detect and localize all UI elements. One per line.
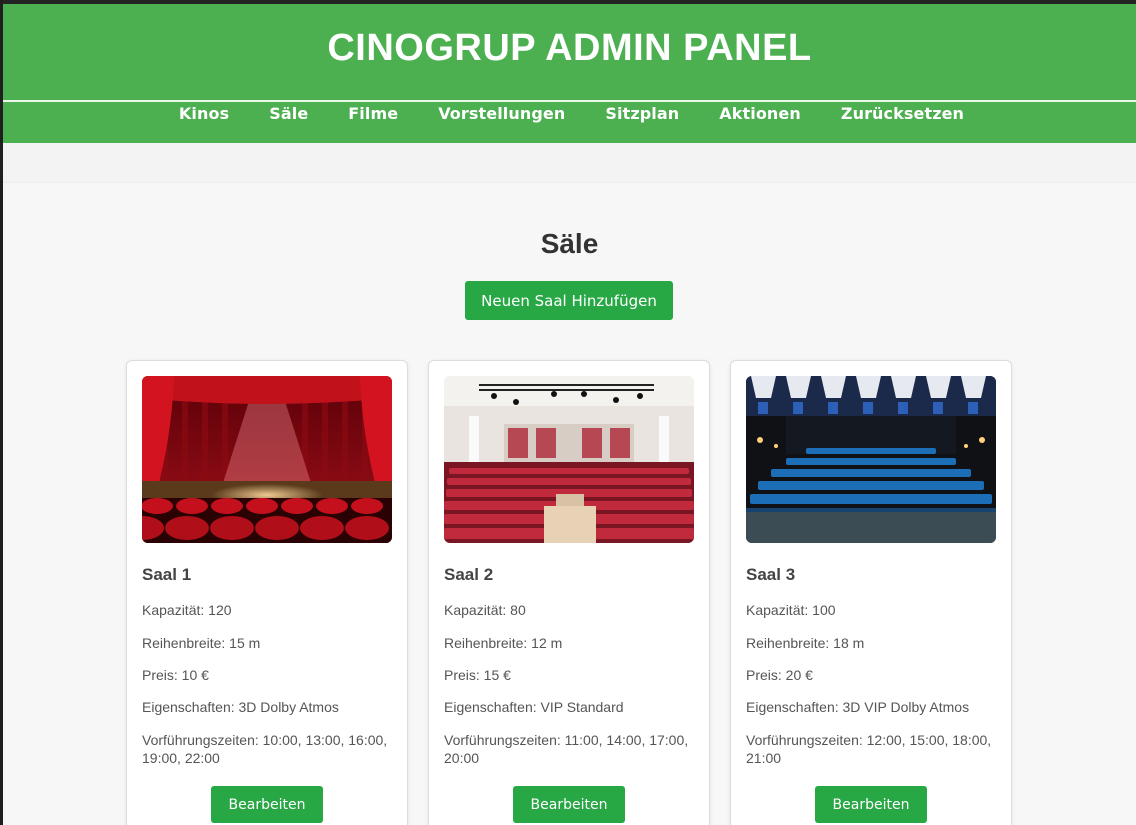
hall-features: Eigenschaften: VIP Standard bbox=[444, 699, 624, 715]
nav-item-kinos[interactable]: Kinos bbox=[179, 104, 229, 123]
nav-item-filme[interactable]: Filme bbox=[348, 104, 398, 123]
site-header: CINOGRUP ADMIN PANEL Kinos Säle Filme Vo… bbox=[3, 4, 1136, 143]
hall-price: Preis: 20 € bbox=[746, 667, 813, 683]
nav-item-vorstellungen[interactable]: Vorstellungen bbox=[438, 104, 565, 123]
hall-name: Saal 2 bbox=[444, 565, 494, 584]
hall-row-width: Reihenbreite: 12 m bbox=[444, 635, 563, 651]
hall-row-width: Reihenbreite: 15 m bbox=[142, 635, 261, 651]
blue-seat-auditorium-image bbox=[746, 376, 996, 543]
hall-showtimes: Vorführungszeiten: 12:00, 15:00, 18:00, … bbox=[746, 732, 992, 766]
hall-card: Saal 3 Kapazität: 100 Reihenbreite: 18 m… bbox=[730, 360, 1012, 825]
edit-hall-button[interactable]: Bearbeiten bbox=[815, 786, 927, 823]
blue-seat-auditorium-image bbox=[746, 376, 996, 543]
hall-features: Eigenschaften: 3D Dolby Atmos bbox=[142, 699, 339, 715]
red-curtain-stage-image bbox=[142, 376, 392, 543]
site-title: CINOGRUP ADMIN PANEL bbox=[327, 27, 812, 69]
edit-hall-button[interactable]: Bearbeiten bbox=[513, 786, 625, 823]
hall-row-width: Reihenbreite: 18 m bbox=[746, 635, 865, 651]
nav-item-saele[interactable]: Säle bbox=[269, 104, 308, 123]
hall-price: Preis: 10 € bbox=[142, 667, 209, 683]
red-seat-auditorium-image bbox=[444, 376, 694, 543]
hall-card: Saal 2 Kapazität: 80 Reihenbreite: 12 m … bbox=[428, 360, 710, 825]
page-title: Säle bbox=[540, 228, 599, 259]
nav-item-zuruecksetzen[interactable]: Zurücksetzen bbox=[841, 104, 964, 123]
nav-item-sitzplan[interactable]: Sitzplan bbox=[605, 104, 679, 123]
hall-capacity: Kapazität: 120 bbox=[142, 602, 232, 618]
red-curtain-stage-image bbox=[142, 376, 392, 543]
hall-showtimes: Vorführungszeiten: 11:00, 14:00, 17:00, … bbox=[444, 732, 689, 766]
red-seat-auditorium-image bbox=[444, 376, 694, 543]
browser-viewport: CINOGRUP ADMIN PANEL Kinos Säle Filme Vo… bbox=[3, 0, 1136, 825]
add-hall-button[interactable]: Neuen Saal Hinzufügen bbox=[465, 281, 673, 320]
hall-price: Preis: 15 € bbox=[444, 667, 511, 683]
nav-item-aktionen[interactable]: Aktionen bbox=[719, 104, 801, 123]
hall-name: Saal 3 bbox=[746, 565, 796, 584]
hall-capacity: Kapazität: 80 bbox=[444, 602, 526, 618]
main-nav: Kinos Säle Filme Vorstellungen Sitzplan … bbox=[3, 104, 1136, 123]
edit-hall-button[interactable]: Bearbeiten bbox=[211, 786, 323, 823]
sub-header-bar bbox=[3, 143, 1136, 183]
hall-showtimes: Vorführungszeiten: 10:00, 13:00, 16:00, … bbox=[142, 732, 388, 766]
header-divider bbox=[3, 100, 1136, 102]
hall-card: Saal 1 Kapazität: 120 Reihenbreite: 15 m… bbox=[126, 360, 408, 825]
hall-features: Eigenschaften: 3D VIP Dolby Atmos bbox=[746, 699, 970, 715]
hall-name: Saal 1 bbox=[142, 565, 192, 584]
hall-capacity: Kapazität: 100 bbox=[746, 602, 836, 618]
